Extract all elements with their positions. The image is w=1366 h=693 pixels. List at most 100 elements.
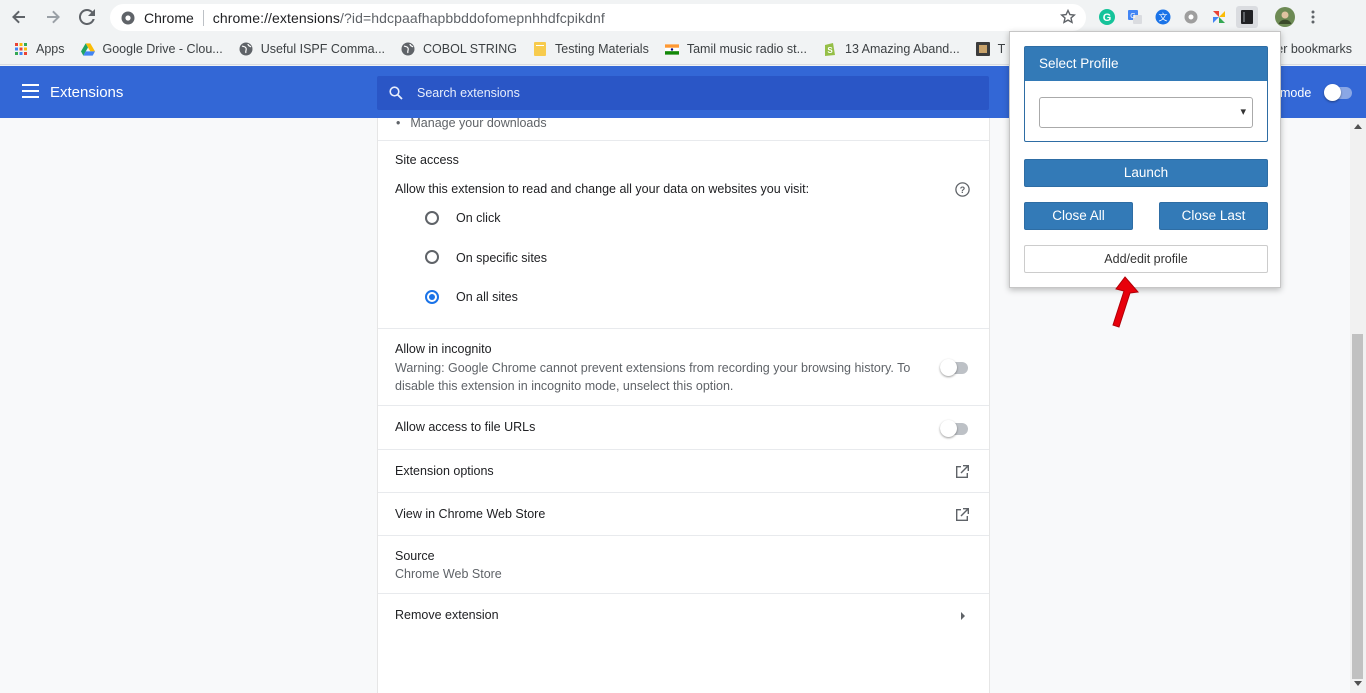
chrome-menu-button[interactable] [1302, 6, 1324, 28]
url-path: /?id=hdcpaafhapbbddofomepnhhdfcpikdnf [339, 9, 605, 26]
extension-options-label: Extension options [395, 464, 494, 478]
language-icon: 文 [1155, 9, 1171, 25]
scroll-thumb[interactable] [1352, 334, 1363, 679]
close-last-button[interactable]: Close Last [1159, 202, 1268, 230]
pinwheel-icon [1213, 11, 1225, 23]
svg-text:?: ? [960, 185, 966, 195]
page-scrollbar[interactable] [1350, 118, 1366, 693]
bookmark-label: COBOL STRING [423, 42, 518, 56]
globe-icon [401, 42, 415, 56]
bookmark-label: T [997, 42, 1006, 56]
remove-extension-label: Remove extension [395, 608, 499, 622]
chevron-right-icon [961, 612, 965, 620]
other-bookmarks[interactable]: er bookmarks [1276, 42, 1352, 56]
bookmark-testing[interactable]: Testing Materials [533, 42, 649, 56]
file-urls-section: Allow access to file URLs [378, 405, 989, 449]
translate-extension-2[interactable]: 文 [1152, 6, 1174, 28]
grammarly-icon: G [1099, 9, 1115, 25]
bookmark-truncated[interactable]: T [975, 42, 1006, 56]
reload-button[interactable] [72, 2, 102, 32]
google-translate-extension[interactable]: G [1124, 6, 1146, 28]
kebab-menu-icon [1311, 10, 1315, 24]
address-bar[interactable]: Chrome chrome://extensions/?id=hdcpaafha… [110, 4, 1086, 31]
remove-extension-row[interactable]: Remove extension [378, 593, 989, 636]
settings-circle-icon [1184, 10, 1198, 24]
forward-button[interactable] [38, 2, 68, 32]
bookmark-abandoned[interactable]: S 13 Amazing Aband... [823, 42, 960, 56]
india-flag-icon [664, 42, 679, 56]
avatar-icon [1275, 7, 1295, 27]
open-in-new-icon[interactable] [955, 464, 970, 479]
radio-on-click[interactable] [425, 211, 439, 225]
bookmark-label: Testing Materials [555, 42, 649, 56]
permission-item: Manage your downloads [396, 118, 546, 130]
incognito-label: Allow in incognito [395, 342, 492, 356]
open-in-new-icon[interactable] [955, 507, 970, 522]
svg-text:G: G [1103, 12, 1112, 24]
web-store-row[interactable]: View in Chrome Web Store [378, 492, 989, 535]
scroll-down-arrow-icon[interactable] [1354, 681, 1362, 686]
developer-mode-toggle[interactable] [1324, 84, 1352, 101]
reload-icon [79, 9, 95, 25]
select-profile-title: Select Profile [1025, 47, 1267, 81]
radio-on-all-sites[interactable] [425, 290, 439, 304]
bookmark-apps[interactable]: Apps [14, 42, 65, 56]
bookmark-label: Google Drive - Clou... [102, 42, 223, 56]
browser-toolbar: Chrome chrome://extensions/?id=hdcpaafha… [0, 0, 1366, 34]
bookmark-tamil-radio[interactable]: Tamil music radio st... [664, 42, 807, 56]
bookmark-cobol[interactable]: COBOL STRING [401, 42, 517, 56]
google-drive-icon [80, 42, 95, 56]
bookmark-site-icon [975, 42, 990, 56]
extension-options-row[interactable]: Extension options [378, 449, 989, 492]
bookmark-label: Tamil music radio st... [686, 42, 807, 56]
site-access-label: Site access [395, 153, 459, 167]
omnibox-separator [202, 9, 204, 26]
svg-text:G: G [1130, 13, 1135, 20]
extension-icons: G G 文 [1096, 6, 1324, 28]
file-urls-toggle[interactable] [940, 420, 968, 437]
colorful-extension[interactable] [1208, 6, 1230, 28]
session-profile-extension[interactable] [1236, 6, 1258, 28]
source-label: Source [395, 549, 435, 563]
profile-avatar[interactable] [1274, 6, 1296, 28]
omnibox-site-label: Chrome [144, 9, 194, 26]
radio-on-specific-sites[interactable] [425, 250, 439, 264]
search-extensions-input[interactable]: Search extensions [377, 76, 989, 110]
bookmark-google-drive[interactable]: Google Drive - Clou... [80, 42, 223, 56]
svg-text:文: 文 [1158, 12, 1167, 23]
developer-mode-label: mode [1280, 86, 1312, 100]
note-icon [533, 42, 547, 56]
radio-on-all-sites-label[interactable]: On all sites [456, 290, 518, 304]
add-edit-profile-button[interactable]: Add/edit profile [1024, 245, 1268, 273]
bookmark-label: Apps [36, 42, 65, 56]
incognito-warning: Warning: Google Chrome cannot prevent ex… [395, 361, 911, 393]
launch-button[interactable]: Launch [1024, 159, 1268, 187]
hamburger-menu-icon[interactable] [22, 84, 39, 100]
select-profile-panel: Select Profile [1024, 46, 1268, 142]
book-icon [1241, 10, 1253, 24]
translate-icon: G [1128, 10, 1142, 24]
file-urls-label: Allow access to file URLs [395, 420, 536, 434]
bookmark-label: Useful ISPF Comma... [260, 42, 386, 56]
incognito-toggle[interactable] [940, 359, 968, 376]
close-all-button[interactable]: Close All [1024, 202, 1133, 230]
forward-arrow-icon [47, 10, 60, 24]
session-profile-popup: Select Profile Launch Close All Close La… [1009, 31, 1281, 288]
radio-on-click-label[interactable]: On click [456, 211, 500, 225]
chrome-site-icon [121, 11, 135, 24]
grammarly-extension[interactable]: G [1096, 6, 1118, 28]
help-icon[interactable]: ? [955, 182, 970, 197]
source-value: Chrome Web Store [395, 567, 502, 581]
gray-extension[interactable] [1180, 6, 1202, 28]
radio-on-specific-sites-label[interactable]: On specific sites [456, 251, 547, 265]
back-arrow-icon [12, 10, 25, 24]
back-button[interactable] [4, 2, 34, 32]
scroll-up-arrow-icon[interactable] [1354, 124, 1362, 129]
web-store-label: View in Chrome Web Store [395, 507, 546, 521]
svg-text:S: S [827, 46, 833, 55]
search-placeholder: Search extensions [417, 86, 520, 100]
bookmark-star-icon[interactable] [1060, 9, 1076, 25]
annotation-arrow-icon [1112, 276, 1139, 328]
bookmark-ispf[interactable]: Useful ISPF Comma... [239, 42, 385, 56]
profile-select-dropdown[interactable] [1039, 97, 1253, 128]
